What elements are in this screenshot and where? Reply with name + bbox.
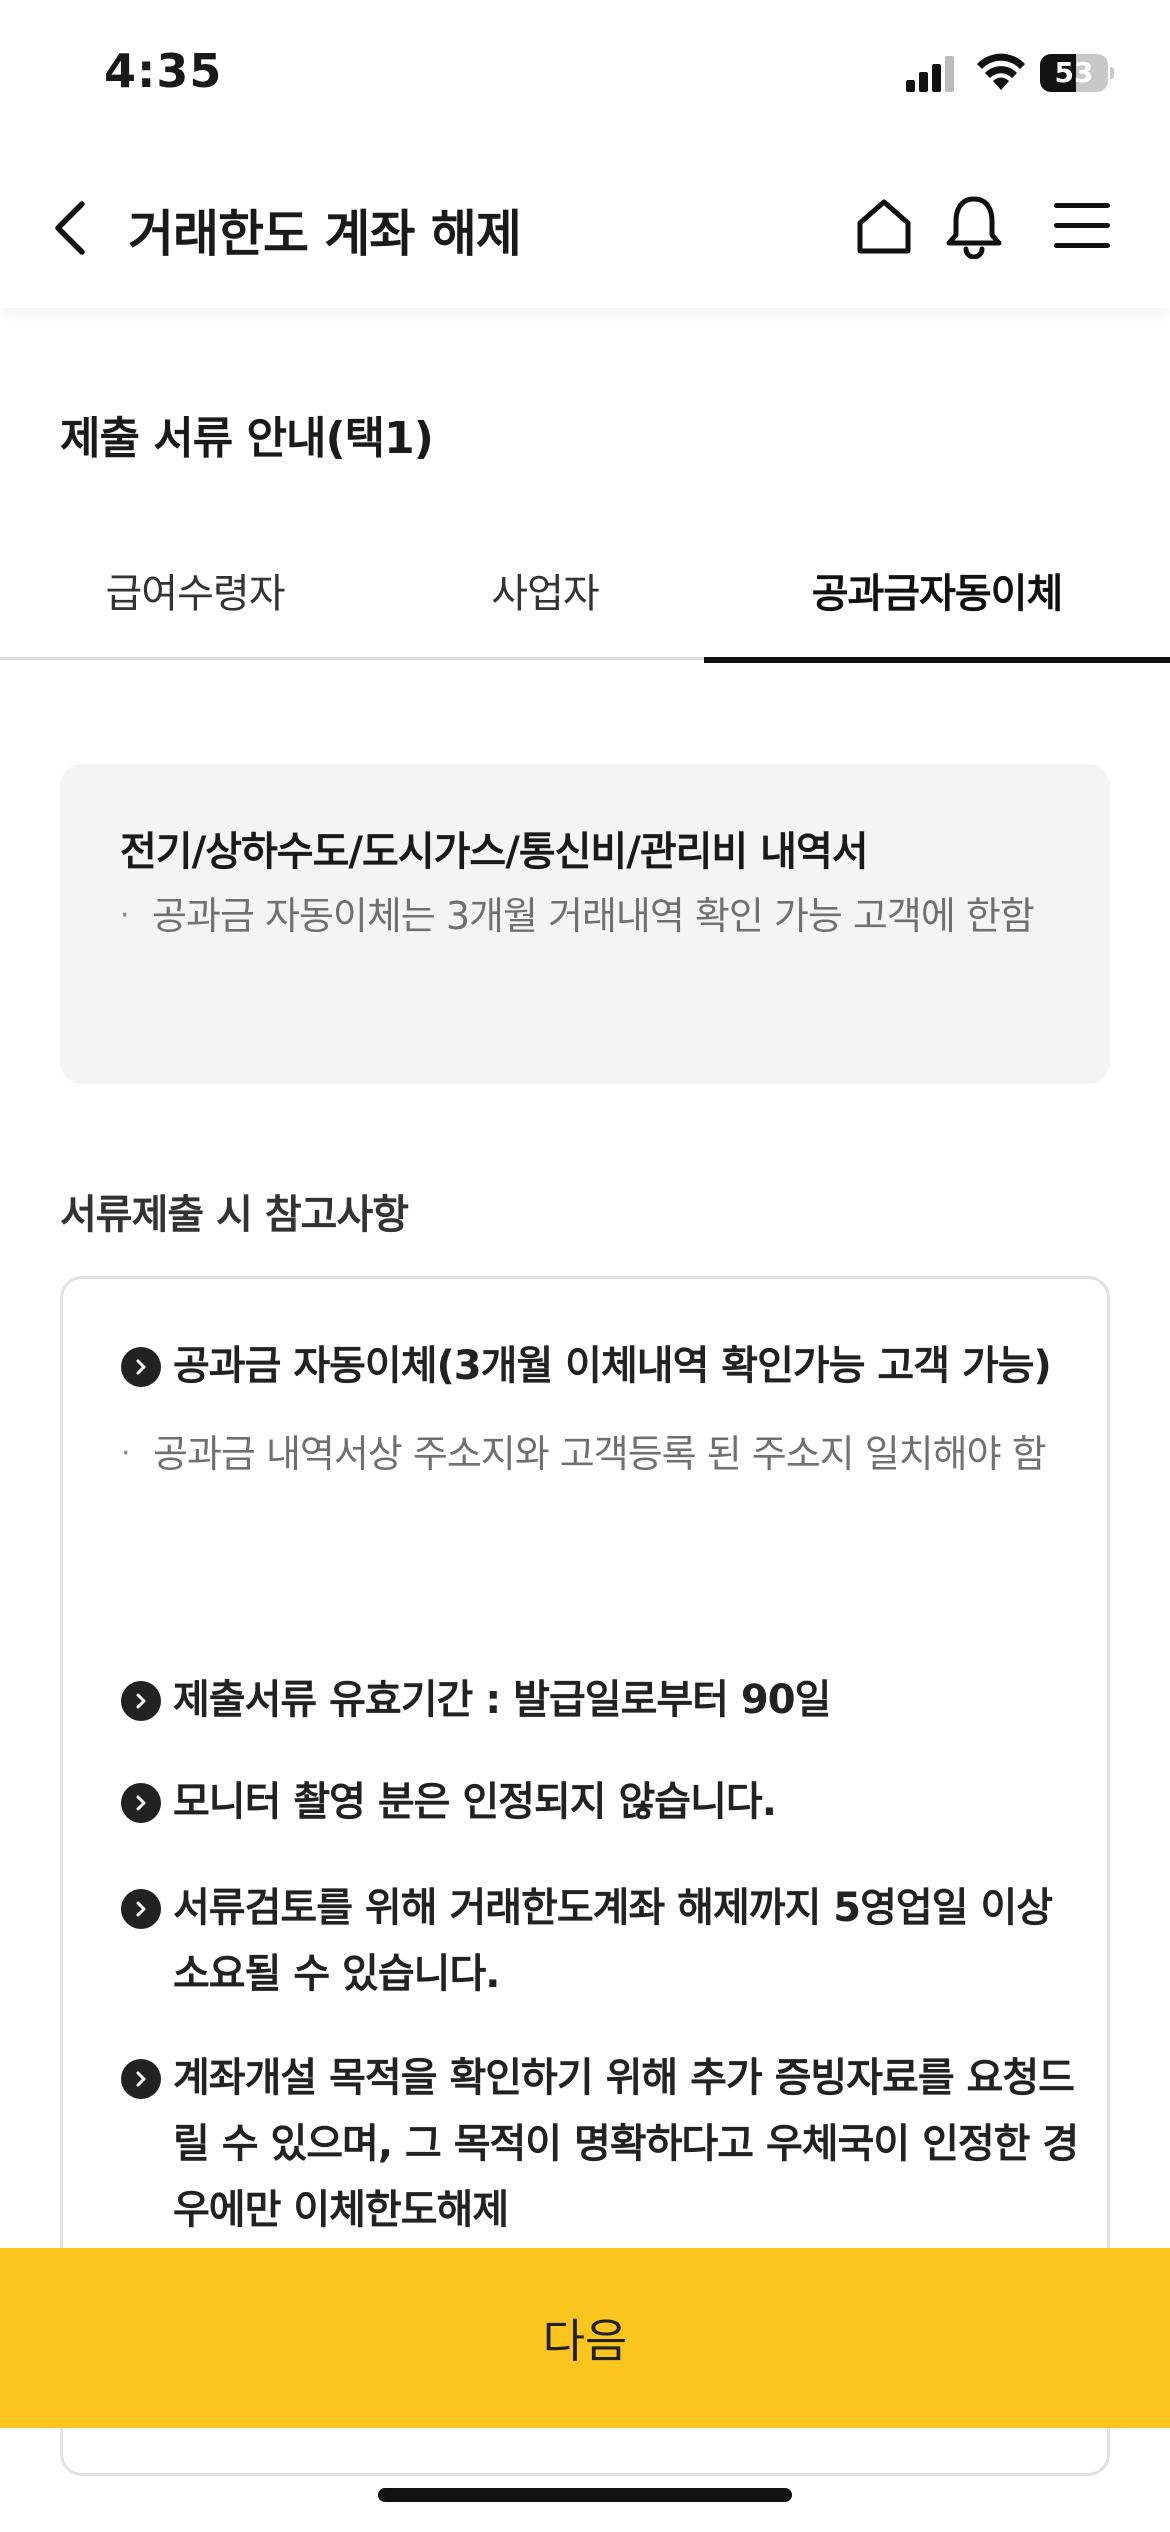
cellular-signal-icon bbox=[906, 54, 958, 92]
battery-percent: 53 bbox=[1054, 56, 1094, 89]
back-button[interactable] bbox=[40, 190, 100, 266]
battery-icon: 53 bbox=[1040, 54, 1114, 92]
page-title: 거래한도 계좌 해제 bbox=[128, 205, 522, 263]
note-text: 계좌개설 목적을 확인하기 위해 추가 증빙자료를 요청드릴 수 있으며, 그 … bbox=[173, 2055, 1079, 2233]
home-button[interactable] bbox=[848, 186, 920, 266]
chevron-circle-icon bbox=[121, 1783, 161, 1823]
note-item: 서류검토를 위해 거래한도계좌 해제까지 5영업일 이상 소요될 수 있습니다. bbox=[121, 1875, 1081, 2007]
note-text: 제출서류 유효기간 : 발급일로부터 90일 bbox=[173, 1677, 831, 1723]
chevron-circle-icon bbox=[121, 1889, 161, 1929]
notification-button[interactable] bbox=[938, 186, 1010, 266]
note-text: 서류검토를 위해 거래한도계좌 해제까지 5영업일 이상 소요될 수 있습니다. bbox=[173, 1885, 1053, 1997]
bullet-dot-icon: · bbox=[120, 898, 129, 933]
home-icon bbox=[857, 199, 911, 254]
next-button[interactable]: 다음 bbox=[0, 2248, 1170, 2428]
bullet-dot-icon: · bbox=[121, 1436, 130, 1471]
note-item: 모니터 촬영 분은 인정되지 않습니다. bbox=[121, 1769, 1081, 1835]
tab-utility-autopay[interactable]: 공과금자동이체 bbox=[704, 520, 1170, 663]
status-time: 4:35 bbox=[104, 44, 223, 98]
info-card-bullet: · 공과금 자동이체는 3개월 거래내역 확인 가능 고객에 한함 bbox=[120, 884, 1050, 948]
document-type-tabs: 급여수령자 사업자 공과금자동이체 bbox=[0, 520, 1170, 663]
tab-business-owner[interactable]: 사업자 bbox=[350, 520, 740, 660]
note-text: 모니터 촬영 분은 인정되지 않습니다. bbox=[173, 1779, 777, 1825]
note-sub-text: 공과금 내역서상 주소지와 고객등록 된 주소지 일치해야 함 bbox=[153, 1432, 1047, 1476]
menu-button[interactable] bbox=[1046, 186, 1118, 266]
status-bar: 4:35 53 bbox=[0, 0, 1170, 150]
tab-salary-recipient[interactable]: 급여수령자 bbox=[0, 520, 390, 660]
wifi-icon bbox=[976, 50, 1026, 92]
note-item: 공과금 자동이체(3개월 이체내역 확인가능 고객 가능) · 공과금 내역서상… bbox=[121, 1333, 1081, 1487]
bell-icon bbox=[946, 196, 1002, 259]
screen: 4:35 53 거래한도 계좌 해제 제출 서류 안내(택1) 급여수령자 사업… bbox=[0, 0, 1170, 2532]
chevron-circle-icon bbox=[121, 1347, 161, 1387]
note-item: 제출서류 유효기간 : 발급일로부터 90일 bbox=[121, 1667, 1081, 1733]
note-sub-bullet: · 공과금 내역서상 주소지와 고객등록 된 주소지 일치해야 함 bbox=[121, 1421, 1081, 1487]
note-item: 계좌개설 목적을 확인하기 위해 추가 증빙자료를 요청드릴 수 있으며, 그 … bbox=[121, 2045, 1081, 2243]
section-title: 제출 서류 안내(택1) bbox=[60, 413, 434, 464]
hamburger-menu-icon bbox=[1054, 203, 1110, 248]
top-app-bar: 거래한도 계좌 해제 bbox=[0, 150, 1170, 308]
info-card-title: 전기/상하수도/도시가스/통신비/관리비 내역서 bbox=[120, 829, 869, 875]
document-info-card: 전기/상하수도/도시가스/통신비/관리비 내역서 · 공과금 자동이체는 3개월… bbox=[60, 764, 1110, 1084]
info-card-bullet-text: 공과금 자동이체는 3개월 거래내역 확인 가능 고객에 한함 bbox=[152, 894, 1035, 938]
note-text: 공과금 자동이체(3개월 이체내역 확인가능 고객 가능) bbox=[173, 1343, 1052, 1389]
chevron-circle-icon bbox=[121, 1681, 161, 1721]
chevron-left-icon bbox=[55, 201, 85, 255]
chevron-circle-icon bbox=[121, 2059, 161, 2099]
notes-title: 서류제출 시 참고사항 bbox=[60, 1192, 409, 1238]
home-indicator bbox=[378, 2488, 792, 2502]
